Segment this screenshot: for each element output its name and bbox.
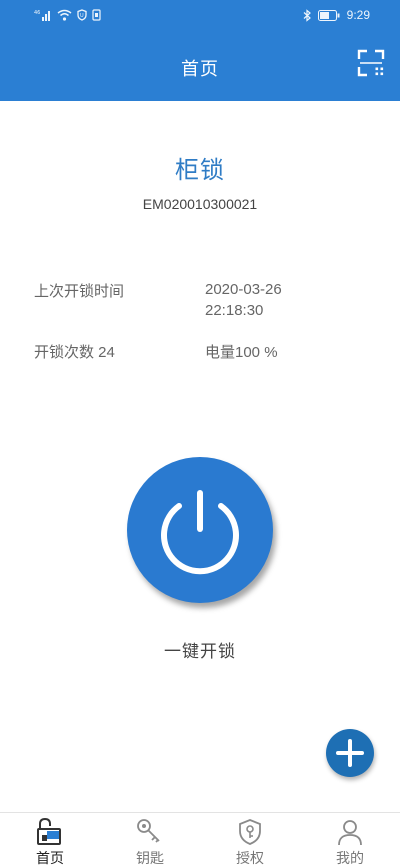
- last-unlock-label: 上次开锁时间: [34, 283, 125, 300]
- page-title: 首页: [181, 59, 219, 80]
- bottom-nav: 首页 钥匙 授权 我的: [0, 812, 400, 867]
- one-key-unlock-button[interactable]: [127, 457, 273, 603]
- sim-icon: [92, 9, 101, 21]
- add-button[interactable]: [326, 729, 374, 777]
- plus-icon: [336, 739, 364, 767]
- status-bar: 46 U 9:29: [0, 0, 400, 30]
- shield-key-icon: [239, 819, 261, 845]
- battery-icon: [317, 9, 340, 21]
- key-icon: [137, 819, 160, 843]
- wifi-icon: [57, 9, 72, 21]
- last-unlock-time: 22:18:30: [205, 302, 264, 319]
- one-key-unlock-label: 一键开锁: [164, 642, 236, 662]
- power-icon: [161, 490, 239, 575]
- app-header: 46 U 9:29 首页: [0, 0, 400, 101]
- svg-text:46: 46: [34, 10, 40, 16]
- nav-item-mine[interactable]: 我的: [300, 813, 400, 867]
- nav-label-home: 首页: [36, 851, 64, 867]
- svg-text:U: U: [80, 13, 84, 19]
- bluetooth-icon: [303, 8, 311, 22]
- user-icon: [338, 820, 362, 846]
- status-left: 46 U: [34, 8, 101, 22]
- signal-icon: 46: [34, 10, 50, 21]
- last-unlock-date: 2020-03-26: [205, 281, 282, 298]
- home-lock-icon: [37, 818, 61, 845]
- nav-item-authorize[interactable]: 授权: [200, 813, 300, 867]
- battery-level: 电量100 %: [205, 344, 278, 361]
- scan-icon[interactable]: [356, 48, 386, 78]
- last-unlock-value: 2020-03-26 22:18:30: [205, 279, 325, 321]
- nav-label-mine: 我的: [336, 851, 364, 867]
- nav-item-keys[interactable]: 钥匙: [100, 813, 200, 867]
- nav-label-authorize: 授权: [236, 851, 264, 867]
- status-right: 9:29: [303, 7, 370, 23]
- device-id: EM020010300021: [142, 196, 258, 212]
- nav-label-keys: 钥匙: [136, 851, 164, 867]
- status-time: 9:29: [346, 8, 370, 22]
- shield-icon: U: [77, 9, 87, 21]
- unlock-count: 开锁次数 24: [34, 344, 115, 361]
- device-name: 柜锁: [175, 156, 225, 184]
- nav-item-home[interactable]: 首页: [0, 813, 100, 867]
- screen: 46 U 9:29 首页 柜锁 EM020010300021 上次开锁时间 20…: [0, 0, 400, 867]
